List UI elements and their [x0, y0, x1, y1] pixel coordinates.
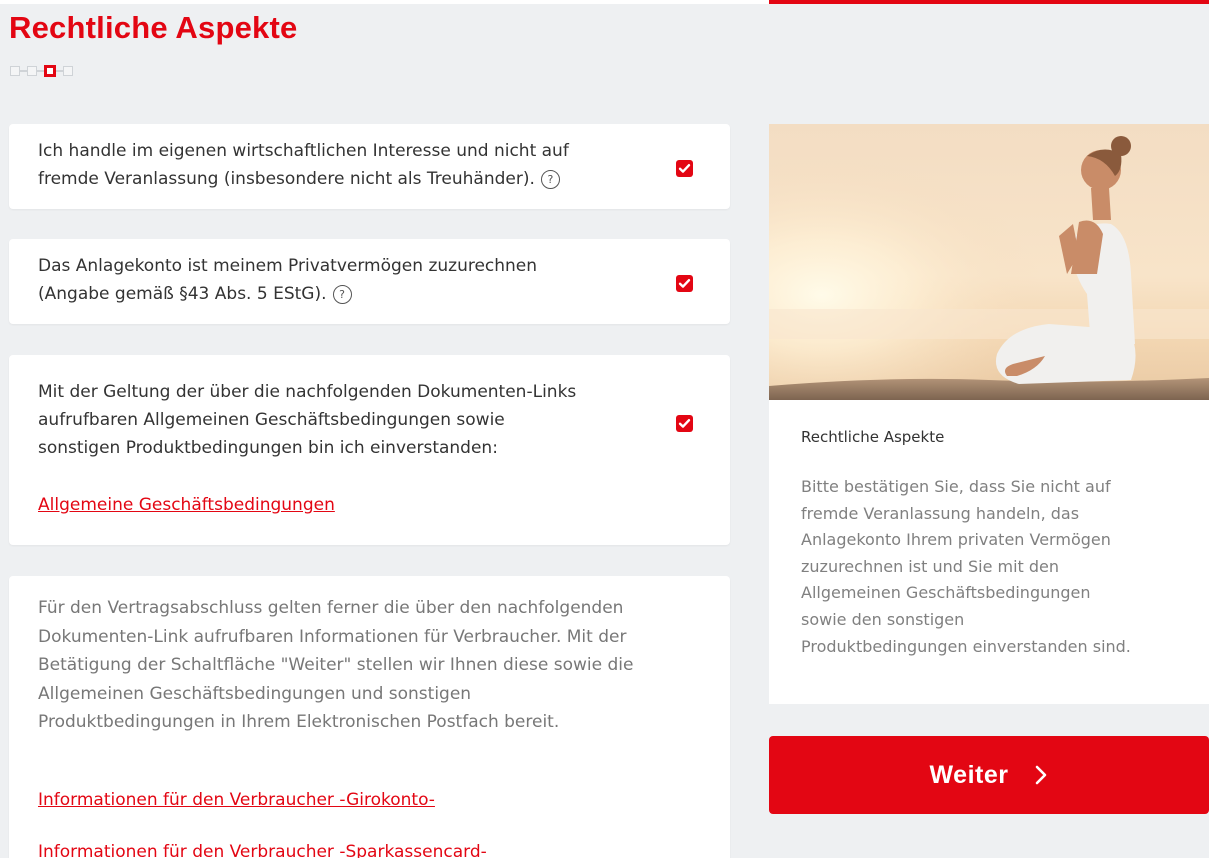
check-text: Mit der Geltung der über die nachfolgend… — [38, 378, 576, 462]
girokonto-info-link[interactable]: Informationen für den Verbraucher -Girok… — [38, 790, 435, 810]
check-card-economic-interest: Ich handle im eigenen wirtschaftlichen I… — [9, 124, 730, 209]
weiter-button-label: Weiter — [929, 760, 1009, 789]
step-3-current — [44, 65, 56, 77]
top-accent-bar — [769, 0, 1209, 4]
progress-stepper — [10, 64, 73, 78]
consumer-info-text: Für den Vertragsabschluss gelten ferner … — [38, 594, 678, 737]
check-text-line: Mit der Geltung der über die nachfolgend… — [38, 382, 577, 402]
step-2 — [27, 66, 37, 76]
checkmark-icon — [678, 279, 691, 288]
page: Rechtliche Aspekte Ich handle im eigenen… — [0, 0, 1209, 858]
check-text-line: Das Anlagekonto ist meinem Privatvermöge… — [38, 256, 538, 276]
sidebar-card: Rechtliche Aspekte Bitte bestätigen Sie,… — [769, 124, 1209, 704]
step-connector — [56, 70, 63, 72]
private-assets-checkbox[interactable] — [676, 275, 693, 292]
chevron-right-icon — [1034, 764, 1048, 786]
sidebar-text-line: sowie den sonstigen — [801, 609, 965, 629]
info-text-line: Dokumenten-Link aufrufbaren Informatione… — [38, 626, 627, 647]
check-text: Ich handle im eigenen wirtschaftlichen I… — [38, 137, 569, 193]
page-title: Rechtliche Aspekte — [9, 10, 298, 45]
check-text-line: fremde Veranlassung (insbesondere nicht … — [38, 169, 535, 189]
step-connector — [37, 70, 44, 72]
question-circle-icon[interactable]: ? — [540, 170, 560, 189]
terms-checkbox[interactable] — [676, 415, 693, 432]
consumer-info-card: Für den Vertragsabschluss gelten ferner … — [9, 576, 730, 858]
sidebar-title: Rechtliche Aspekte — [801, 428, 945, 446]
economic-interest-checkbox[interactable] — [676, 160, 693, 177]
sidebar-text-line: fremde Veranlassung handeln, das — [801, 503, 1080, 523]
check-text-line: Ich handle im eigenen wirtschaftlichen I… — [38, 141, 569, 161]
step-4 — [63, 66, 73, 76]
sidebar-text-line: Bitte bestätigen Sie, dass Sie nicht auf — [801, 477, 1111, 496]
info-text-line: Für den Vertragsabschluss gelten ferner … — [38, 598, 624, 618]
checkmark-icon — [678, 164, 691, 173]
check-text-line: aufrufbaren Allgemeinen Geschäftsbedingu… — [38, 410, 505, 430]
meditation-yoga-photo — [769, 124, 1209, 400]
check-text-line: (Angabe gemäß §43 Abs. 5 EStG). — [38, 284, 327, 304]
agb-link[interactable]: Allgemeine Geschäftsbedingungen — [38, 495, 335, 515]
check-text-line: sonstigen Produktbedingungen bin ich ein… — [38, 438, 498, 458]
info-text-line: Produktbedingungen in Ihrem Elektronisch… — [38, 712, 560, 732]
step-1 — [10, 66, 20, 76]
step-connector — [20, 70, 27, 72]
info-text-line: Betätigung der Schaltfläche "Weiter" ste… — [38, 655, 634, 675]
check-card-private-assets: Das Anlagekonto ist meinem Privatvermöge… — [9, 239, 730, 324]
sidebar-text-line: Produktbedingungen einverstanden sind. — [801, 636, 1131, 656]
weiter-button[interactable]: Weiter — [769, 736, 1209, 814]
checkmark-icon — [678, 419, 691, 428]
sparkassencard-info-link[interactable]: Informationen für den Verbraucher -Spark… — [38, 842, 487, 858]
check-card-terms: Mit der Geltung der über die nachfolgend… — [9, 355, 730, 545]
question-circle-icon[interactable]: ? — [332, 285, 352, 304]
sidebar-text-line: Anlagekonto Ihrem privaten Vermögen — [801, 530, 1111, 550]
check-text: Das Anlagekonto ist meinem Privatvermöge… — [38, 252, 537, 308]
sidebar-text-line: zuzurechnen ist und Sie mit den — [801, 556, 1060, 576]
info-text-line: Allgemeinen Geschäftsbedingungen und son… — [38, 683, 472, 704]
sidebar-description: Bitte bestätigen Sie, dass Sie nicht auf… — [801, 474, 1199, 660]
sidebar-text-line: Allgemeinen Geschäftsbedingungen — [801, 583, 1091, 603]
